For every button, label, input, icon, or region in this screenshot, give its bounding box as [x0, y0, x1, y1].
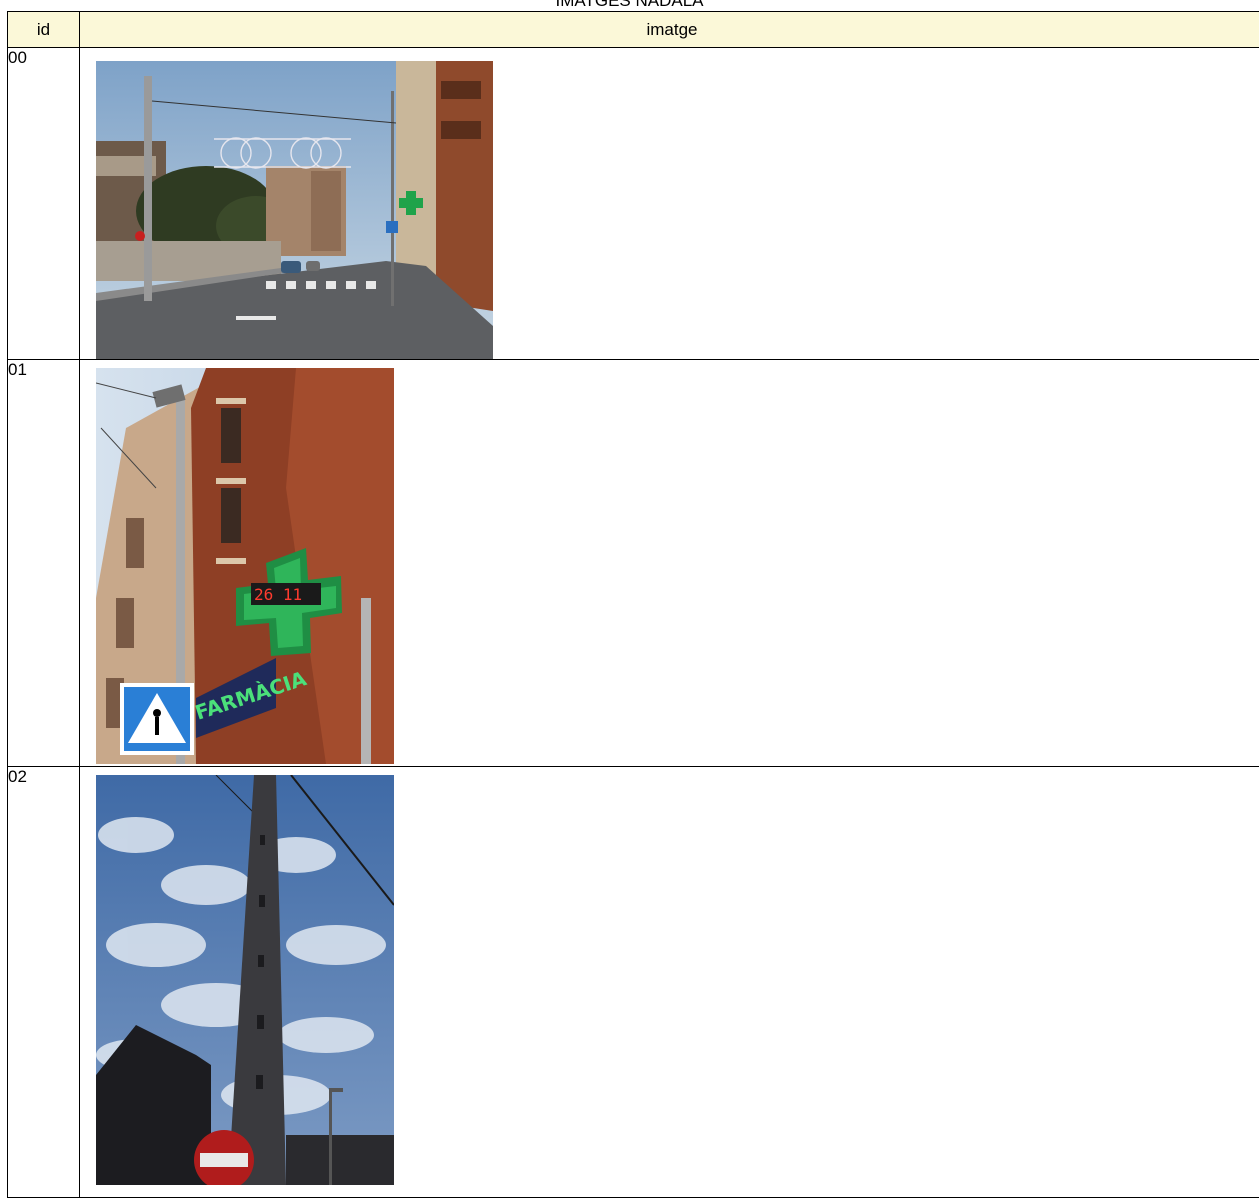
row-id: 02	[8, 767, 80, 1198]
pharmacy-cross-sign-photo: 26 11 FARMÀCIA	[96, 368, 394, 764]
image-cell: 26 11 FARMÀCIA	[80, 360, 1259, 767]
document-title: IMATGES NADALA	[0, 0, 1259, 11]
header-id: id	[8, 12, 80, 48]
street-corner-pharmacy-photo	[96, 61, 493, 359]
images-table: id imatge 00	[7, 11, 1259, 1198]
header-image: imatge	[80, 12, 1259, 48]
image-cell	[80, 48, 1259, 360]
table-row: 02	[8, 767, 1259, 1198]
table-row: 01	[8, 360, 1259, 767]
image-cell	[80, 767, 1259, 1198]
pharmacy-display-text: 26 11	[254, 585, 302, 604]
table-row: 00	[8, 48, 1259, 360]
row-id: 01	[8, 360, 80, 767]
row-id: 00	[8, 48, 80, 360]
utility-pole-cloudy-sky-photo	[96, 775, 394, 1185]
header-row: id imatge	[8, 12, 1259, 48]
